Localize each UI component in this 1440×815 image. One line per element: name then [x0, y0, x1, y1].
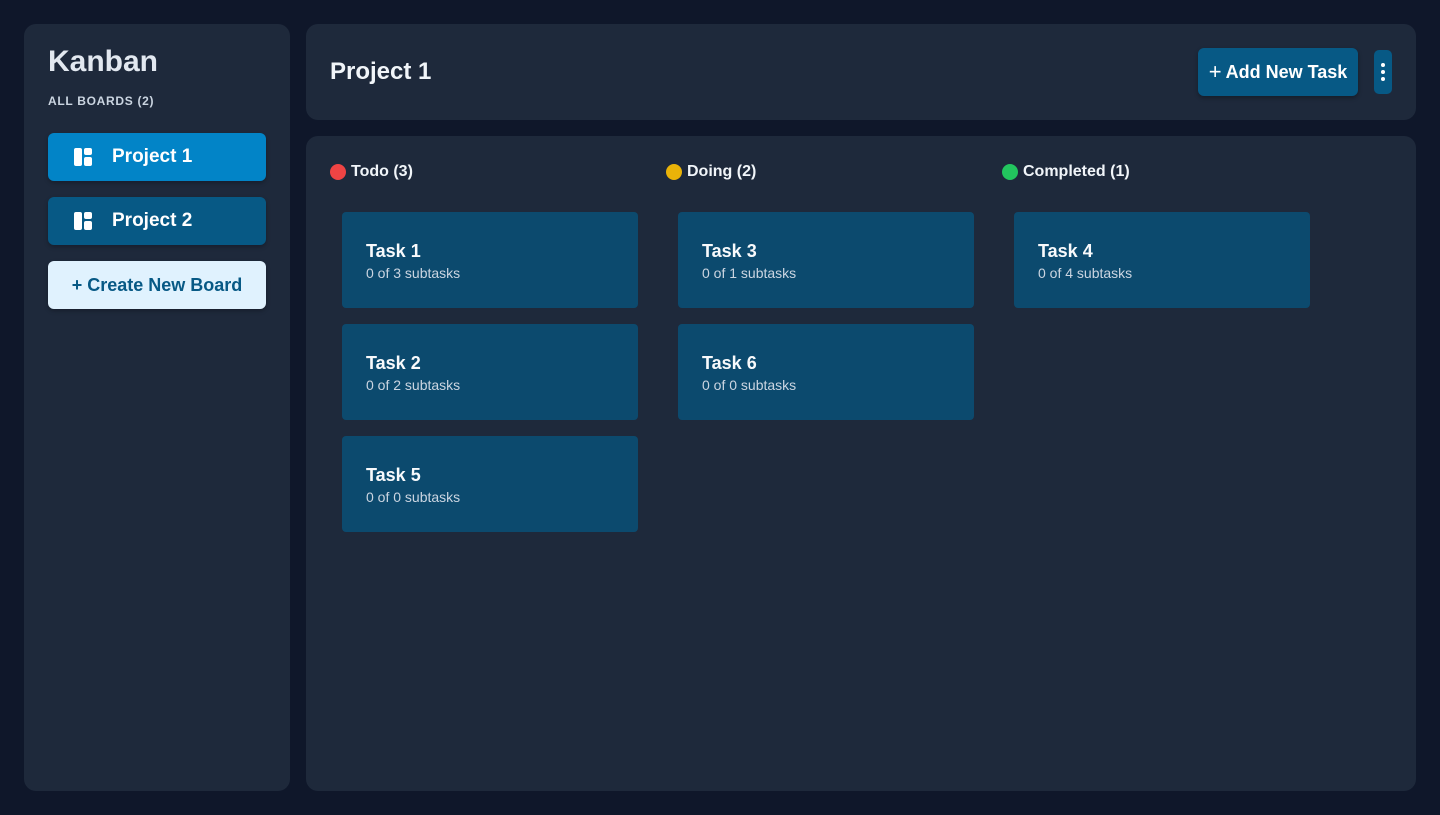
board-layout-icon [74, 212, 92, 230]
status-dot-icon [1002, 164, 1018, 180]
status-dot-icon [330, 164, 346, 180]
task-subtasks: 0 of 4 subtasks [1038, 265, 1133, 281]
task-title: Task 3 [702, 241, 757, 261]
task-subtasks: 0 of 1 subtasks [702, 265, 797, 281]
add-new-task-label: Add New Task [1225, 61, 1348, 82]
board-columns: Todo (3) Task 1 0 of 3 subtasks Task 2 0… [306, 136, 1416, 791]
board-item-label: Project 1 [112, 146, 193, 167]
app-title: Kanban [48, 45, 159, 78]
task-subtasks: 0 of 0 subtasks [366, 489, 461, 505]
task-title: Task 6 [702, 353, 757, 373]
column-header: Todo (3) [330, 162, 626, 182]
task-card[interactable]: Task 2 0 of 2 subtasks [342, 324, 638, 420]
task-card[interactable]: Task 1 0 of 3 subtasks [342, 212, 638, 308]
task-subtasks: 0 of 0 subtasks [702, 377, 797, 393]
task-subtasks: 0 of 3 subtasks [366, 265, 461, 281]
task-card[interactable]: Task 3 0 of 1 subtasks [678, 212, 974, 308]
column-completed: Completed (1) Task 4 0 of 4 subtasks [1002, 162, 1310, 765]
board-item-project-2[interactable]: Project 2 [48, 197, 266, 245]
all-boards-heading: ALL BOARDS (2) [48, 94, 155, 108]
task-title: Task 5 [366, 465, 421, 485]
column-title: Todo (3) [351, 163, 413, 180]
task-subtasks: 0 of 2 subtasks [366, 377, 461, 393]
column-header: Completed (1) [1002, 162, 1298, 182]
task-list: Task 3 0 of 1 subtasks Task 6 0 of 0 sub… [666, 212, 974, 420]
task-list: Task 4 0 of 4 subtasks [1002, 212, 1310, 308]
board-list: Project 1 Project 2 + Create New Board [48, 133, 266, 309]
add-new-task-button[interactable]: + Add New Task [1198, 48, 1358, 96]
sidebar: Kanban ALL BOARDS (2) Project 1 Project … [24, 24, 290, 791]
column-title: Doing (2) [687, 163, 757, 180]
task-card[interactable]: Task 4 0 of 4 subtasks [1014, 212, 1310, 308]
column-header: Doing (2) [666, 162, 962, 182]
create-new-board-button[interactable]: + Create New Board [48, 261, 266, 309]
task-title: Task 4 [1038, 241, 1093, 261]
board-item-label: Project 2 [112, 210, 193, 231]
task-card[interactable]: Task 6 0 of 0 subtasks [678, 324, 974, 420]
column-doing: Doing (2) Task 3 0 of 1 subtasks Task 6 … [666, 162, 974, 765]
task-title: Task 1 [366, 241, 421, 261]
vertical-ellipsis-icon[interactable] [1374, 50, 1392, 94]
board-item-project-1[interactable]: Project 1 [48, 133, 266, 181]
plus-icon: + [1208, 59, 1222, 84]
board-header: Project 1 + Add New Task [306, 24, 1416, 120]
task-title: Task 2 [366, 353, 421, 373]
board-title: Project 1 [330, 58, 432, 85]
board-layout-icon [74, 148, 92, 166]
column-title: Completed (1) [1023, 163, 1130, 180]
column-todo: Todo (3) Task 1 0 of 3 subtasks Task 2 0… [330, 162, 638, 765]
status-dot-icon [666, 164, 682, 180]
task-card[interactable]: Task 5 0 of 0 subtasks [342, 436, 638, 532]
task-list: Task 1 0 of 3 subtasks Task 2 0 of 2 sub… [330, 212, 638, 532]
